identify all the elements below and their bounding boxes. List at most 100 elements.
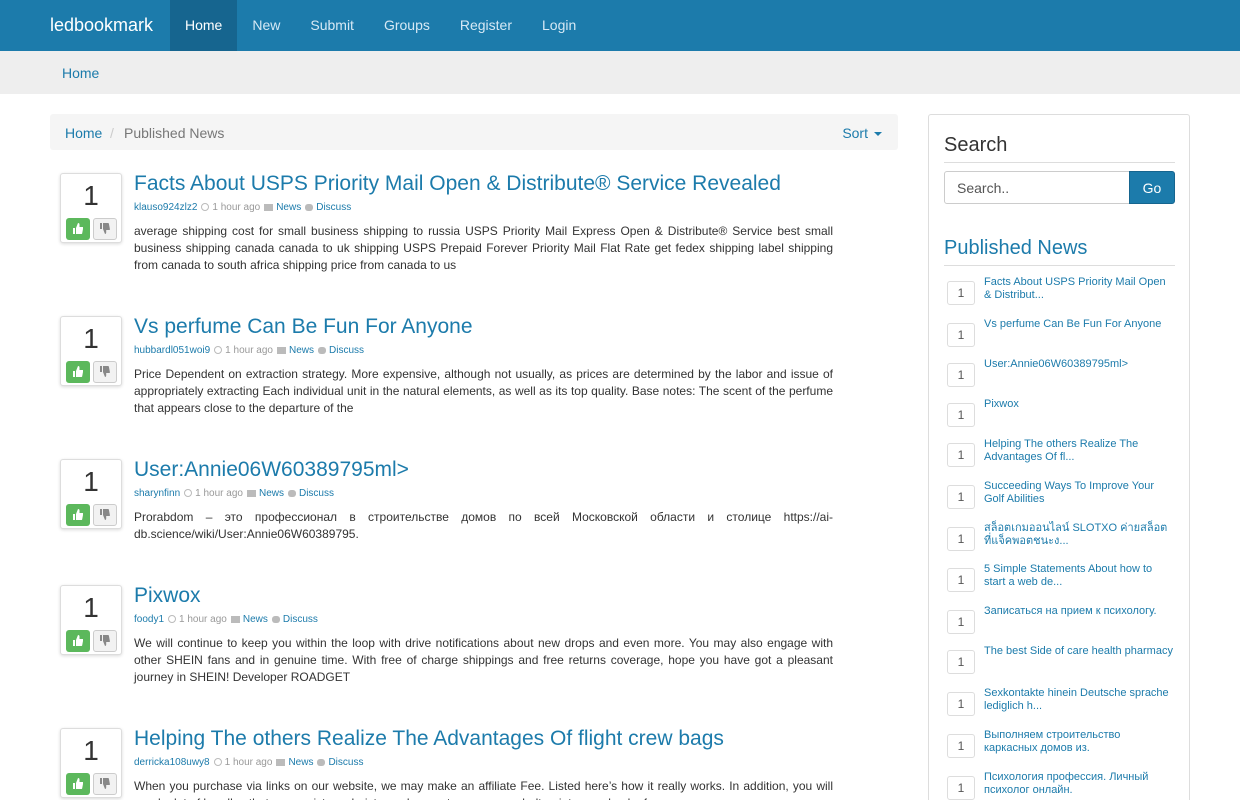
breadcrumb-home[interactable]: Home — [65, 125, 102, 141]
post-time: 1 hour ago — [195, 488, 243, 499]
top-navbar: ledbookmark Home New Submit Groups Regis… — [0, 0, 1240, 51]
post-time: 1 hour ago — [225, 345, 273, 356]
list-item-link[interactable]: Психология профессия. Личный психолог он… — [984, 771, 1174, 797]
clock-icon — [201, 203, 210, 211]
list-item-link[interactable]: Записаться на прием к психологу. — [984, 605, 1174, 618]
post-discuss[interactable]: Discuss — [328, 757, 363, 768]
list-item-link[interactable]: Succeeding Ways To Improve Your Golf Abi… — [984, 480, 1174, 506]
breadcrumb-separator: / — [110, 125, 114, 141]
comment-icon — [317, 759, 326, 766]
comment-icon — [271, 616, 280, 623]
post-category[interactable]: News — [288, 757, 313, 768]
post-meta: derricka108uwy8 1 hour ago News Discuss — [134, 757, 363, 768]
search-input[interactable] — [944, 171, 1131, 204]
post-time: 1 hour ago — [224, 757, 273, 768]
thumbs-up-icon — [73, 778, 83, 789]
downvote-button[interactable] — [93, 504, 117, 526]
nav-login[interactable]: Login — [527, 0, 591, 51]
comment-icon — [287, 490, 296, 497]
brand-logo[interactable]: ledbookmark — [50, 15, 153, 36]
vote-box: 1 — [60, 459, 122, 529]
post-author[interactable]: hubbardl051woi9 — [134, 345, 210, 356]
post-time: 1 hour ago — [179, 614, 227, 625]
post-author[interactable]: sharynfinn — [134, 488, 180, 499]
vote-box: 1 — [60, 316, 122, 386]
folder-icon — [230, 616, 240, 623]
divider — [944, 162, 1175, 163]
thumbs-up-icon — [73, 366, 83, 377]
post-title[interactable]: User:Annie06W60389795ml> — [134, 458, 409, 482]
nav-groups[interactable]: Groups — [369, 0, 445, 51]
clock-icon — [214, 346, 223, 354]
sidebar: Search Go Published News 1 Facts About US… — [928, 114, 1190, 800]
post-category[interactable]: News — [289, 345, 314, 356]
downvote-button[interactable] — [93, 630, 117, 652]
post-meta: klauso924zlz2 1 hour ago News Discuss — [134, 202, 351, 213]
thumbs-down-icon — [100, 509, 110, 520]
upvote-button[interactable] — [66, 630, 90, 652]
sort-dropdown[interactable]: Sort — [842, 125, 882, 141]
count-badge: 1 — [947, 363, 975, 387]
divider — [944, 265, 1175, 266]
thumbs-up-icon — [73, 223, 83, 234]
list-item-link[interactable]: Vs perfume Can Be Fun For Anyone — [984, 318, 1174, 331]
search-heading: Search — [944, 134, 1008, 156]
post-category[interactable]: News — [243, 614, 268, 625]
upvote-button[interactable] — [66, 361, 90, 383]
list-item-link[interactable]: The best Side of care health pharmacy — [984, 645, 1174, 658]
post-category[interactable]: News — [276, 202, 301, 213]
post-author[interactable]: foody1 — [134, 614, 164, 625]
upvote-button[interactable] — [66, 504, 90, 526]
list-item-link[interactable]: Pixwox — [984, 398, 1174, 411]
caret-down-icon — [874, 132, 882, 137]
post-body: average shipping cost for small business… — [134, 224, 833, 272]
published-news-heading[interactable]: Published News — [944, 237, 1087, 260]
post-title[interactable]: Helping The others Realize The Advantage… — [134, 727, 724, 751]
clock-icon — [168, 615, 177, 623]
downvote-button[interactable] — [93, 218, 117, 240]
list-item-link[interactable]: สล็อตเกมออนไลน์ SLOTXO ค่ายสล็อตที่แจ็คพ… — [984, 522, 1174, 548]
thumbs-down-icon — [100, 366, 110, 377]
list-item-link[interactable]: User:Annie06W60389795ml> — [984, 358, 1174, 371]
post-title[interactable]: Pixwox — [134, 584, 201, 608]
post-title[interactable]: Facts About USPS Priority Mail Open & Di… — [134, 172, 781, 196]
list-item-link[interactable]: Sexkontakte hinein Deutsche sprache ledi… — [984, 687, 1174, 713]
downvote-button[interactable] — [93, 361, 117, 383]
folder-icon — [264, 204, 274, 211]
list-item-link[interactable]: 5 Simple Statements About how to start a… — [984, 563, 1174, 589]
nav-register[interactable]: Register — [445, 0, 527, 51]
vote-box: 1 — [60, 173, 122, 243]
count-badge: 1 — [947, 485, 975, 509]
post-author[interactable]: derricka108uwy8 — [134, 757, 210, 768]
folder-icon — [246, 490, 256, 497]
nav-new[interactable]: New — [237, 0, 295, 51]
post-discuss[interactable]: Discuss — [329, 345, 364, 356]
nav-home[interactable]: Home — [170, 0, 238, 51]
post-category[interactable]: News — [259, 488, 284, 499]
count-badge: 1 — [947, 443, 975, 467]
post-discuss[interactable]: Discuss — [299, 488, 334, 499]
thumbs-down-icon — [100, 223, 110, 234]
post-discuss[interactable]: Discuss — [283, 614, 318, 625]
post-meta: hubbardl051woi9 1 hour ago News Discuss — [134, 345, 364, 356]
list-item-link[interactable]: Facts About USPS Priority Mail Open & Di… — [984, 276, 1174, 302]
post-author[interactable]: klauso924zlz2 — [134, 202, 197, 213]
count-badge: 1 — [947, 610, 975, 634]
jumbotron-home-link[interactable]: Home — [62, 65, 99, 81]
thumbs-down-icon — [100, 778, 110, 789]
vote-count: 1 — [83, 180, 99, 211]
main-nav: Home New Submit Groups Register Login — [170, 0, 591, 51]
upvote-button[interactable] — [66, 218, 90, 240]
search-go-button[interactable]: Go — [1129, 171, 1175, 204]
downvote-button[interactable] — [93, 773, 117, 795]
post-discuss[interactable]: Discuss — [316, 202, 351, 213]
jumbotron: Home — [0, 51, 1240, 94]
upvote-button[interactable] — [66, 773, 90, 795]
count-badge: 1 — [947, 568, 975, 592]
list-item-link[interactable]: Helping The others Realize The Advantage… — [984, 438, 1174, 464]
post-body: When you purchase via links on our websi… — [134, 779, 833, 800]
nav-submit[interactable]: Submit — [295, 0, 369, 51]
list-item-link[interactable]: Выполняем строительство каркасных домов … — [984, 729, 1174, 755]
post-body: We will continue to keep you within the … — [134, 636, 833, 684]
post-title[interactable]: Vs perfume Can Be Fun For Anyone — [134, 315, 473, 339]
